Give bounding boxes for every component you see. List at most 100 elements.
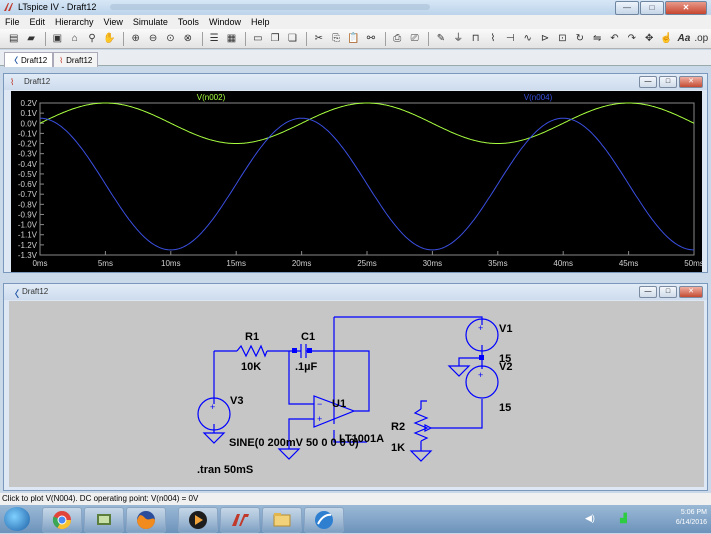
diode-icon[interactable]: ⊳ — [537, 32, 552, 46]
ground-symbol — [202, 432, 226, 444]
legend-label-0[interactable]: V(n002) — [197, 93, 226, 102]
wire — [458, 357, 482, 366]
legend-label-1[interactable]: V(n004) — [524, 93, 553, 102]
menu-simulate[interactable]: Simulate — [128, 15, 173, 29]
cascade-icon[interactable]: ❐ — [267, 32, 282, 46]
menu-edit[interactable]: Edit — [25, 15, 51, 29]
series-line-1[interactable] — [40, 117, 694, 251]
open-icon[interactable]: ▰ — [23, 32, 38, 46]
menu-tools[interactable]: Tools — [173, 15, 204, 29]
toolbar-separator — [201, 31, 203, 46]
chrome-icon — [52, 511, 71, 530]
x-tick-label: 20ms — [292, 259, 312, 268]
junction-dot — [307, 348, 312, 353]
ground-icon[interactable]: ⏚ — [451, 32, 466, 46]
maximize-button[interactable]: □ — [640, 1, 664, 15]
zoom-out-icon[interactable]: ⊖ — [145, 32, 160, 46]
clock-time: 5:06 PM — [680, 509, 707, 516]
network-icon[interactable]: ▟ — [620, 513, 627, 524]
menu-window[interactable]: Window — [204, 15, 246, 29]
waveform-close-button[interactable]: ✕ — [679, 76, 703, 88]
minimize-button[interactable]: — — [615, 1, 639, 15]
zoom-in-icon[interactable]: ⊕ — [128, 32, 143, 46]
cut-icon[interactable]: ✂ — [311, 32, 326, 46]
schematic-window-header: 〈 Draft12 — □ ✕ — [4, 284, 707, 300]
y-tick-label: 0.1V — [21, 109, 38, 118]
run-icon[interactable]: ⚲ — [84, 32, 99, 46]
autoscale-icon[interactable]: ☰ — [206, 32, 221, 46]
menu-hierarchy[interactable]: Hierarchy — [50, 15, 99, 29]
copy-icon[interactable]: ⎘ — [329, 32, 344, 46]
schematic-maximize-button[interactable]: □ — [659, 286, 677, 298]
waveform-maximize-button[interactable]: □ — [659, 76, 677, 88]
menu-help[interactable]: Help — [246, 15, 275, 29]
print-setup-icon[interactable]: ⎚ — [407, 32, 422, 46]
taskbar-ltspice[interactable] — [220, 507, 260, 533]
text-icon[interactable]: Aa — [676, 32, 691, 46]
volume-icon[interactable]: ◀) — [585, 513, 595, 524]
waveform-minimize-button[interactable]: — — [639, 76, 657, 88]
y-tick-label: -0.6V — [18, 180, 38, 189]
halt-icon[interactable]: ✋ — [102, 32, 117, 46]
waveform-plot[interactable]: 0.2V 0.1V 0.0V -0.1V -0.2V -0.3V -0.4V -0.5V -0.… — [11, 91, 704, 272]
r2-name: R2 — [391, 421, 405, 433]
tab-waveform[interactable]: ⌇ Draft12 — [53, 52, 99, 67]
toolbar-separator — [245, 31, 247, 46]
redo-icon[interactable]: ↷ — [624, 32, 639, 46]
schematic-svg[interactable]: + + + − + R1 10K C1 .1µF U1 LT1001A V1 1… — [9, 301, 704, 487]
undo-icon[interactable]: ↶ — [607, 32, 622, 46]
save-icon[interactable]: ▣ — [50, 32, 65, 46]
control-panel-icon[interactable]: ⌂ — [67, 32, 82, 46]
window-title: LTspice IV - Draft12 — [18, 2, 97, 12]
taskbar-chrome[interactable] — [42, 507, 82, 533]
zoom-cancel-icon[interactable]: ⊗ — [180, 32, 195, 46]
component-icon[interactable]: ⊡ — [555, 32, 570, 46]
start-button[interactable] — [4, 507, 30, 531]
schematic-canvas[interactable]: + + + − + R1 10K C1 .1µF U1 LT1001A V1 1… — [9, 301, 704, 487]
tile-horizontal-icon[interactable]: ▭ — [250, 32, 265, 46]
toolbar-separator — [384, 31, 386, 46]
rotate-icon[interactable]: ↻ — [572, 32, 587, 46]
toolbar-separator — [306, 31, 308, 46]
taskbar-browser[interactable] — [304, 507, 344, 533]
menu-view[interactable]: View — [99, 15, 128, 29]
ground-symbol — [409, 450, 433, 462]
tab-schematic[interactable]: 〈 Draft12 — [4, 52, 54, 67]
close-button[interactable]: ✕ — [665, 1, 707, 15]
close-all-icon[interactable]: ❏ — [285, 32, 300, 46]
taskbar-media[interactable] — [178, 507, 218, 533]
drag-icon[interactable]: ☝ — [659, 32, 674, 46]
clock[interactable]: 5:06 PM 6/14/2016 — [676, 508, 707, 528]
move-icon[interactable]: ✥ — [642, 32, 657, 46]
tab-label: Draft12 — [21, 55, 48, 65]
schematic-minimize-button[interactable]: — — [639, 286, 657, 298]
zoom-fit-icon[interactable]: ⊙ — [163, 32, 178, 46]
split-icon[interactable]: ▦ — [224, 32, 239, 46]
wire-icon[interactable]: ✎ — [433, 32, 448, 46]
label-icon[interactable]: ⊓ — [468, 32, 483, 46]
mirror-icon[interactable]: ⇋ — [589, 32, 604, 46]
x-tick-label: 35ms — [488, 259, 508, 268]
schematic-close-button[interactable]: ✕ — [679, 286, 703, 298]
waveform-window-title: Draft12 — [24, 77, 51, 86]
print-icon[interactable]: ⎙ — [390, 32, 405, 46]
taskbar-app[interactable] — [84, 507, 124, 533]
waveform-plot-svg[interactable]: 0.2V0.1V0.0V-0.1V-0.2V-0.3V-0.4V-0.5V-0.… — [11, 91, 704, 272]
menu-file[interactable]: File — [0, 15, 25, 29]
taskbar: ◀) ▟ 5:06 PM 6/14/2016 — [0, 505, 711, 533]
y-tick-label: -1.0V — [18, 221, 38, 230]
inductor-icon[interactable]: ∿ — [520, 32, 535, 46]
new-schematic-icon[interactable]: ▤ — [6, 32, 21, 46]
r1-value: 10K — [241, 361, 261, 373]
v1-name: V1 — [499, 323, 512, 335]
folder-icon — [273, 513, 291, 527]
c1-value: .1µF — [295, 361, 318, 373]
taskbar-explorer[interactable] — [262, 507, 302, 533]
document-tab-bar: 〈 Draft12 ⌇ Draft12 — [0, 50, 711, 67]
capacitor-icon[interactable]: ⊣ — [503, 32, 518, 46]
find-icon[interactable]: ⚯ — [363, 32, 378, 46]
spice-directive-icon[interactable]: .op — [694, 32, 709, 46]
resistor-icon[interactable]: ⌇ — [485, 32, 500, 46]
taskbar-firefox[interactable] — [126, 507, 166, 533]
paste-icon[interactable]: 📋 — [346, 32, 361, 46]
